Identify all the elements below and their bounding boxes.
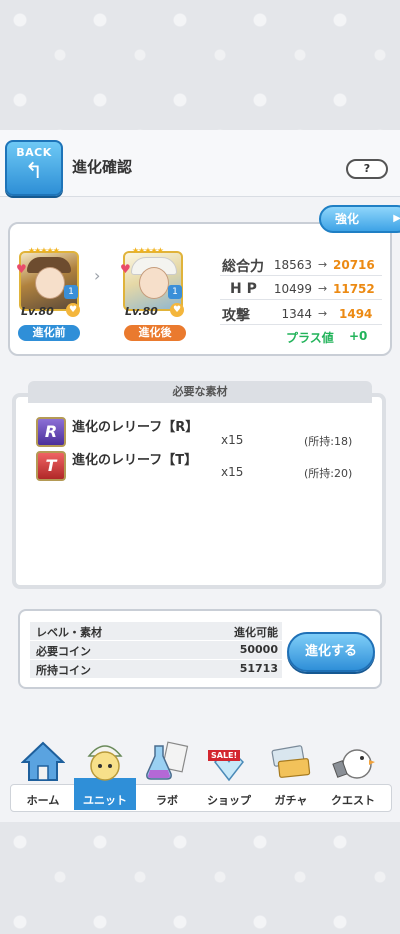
cost-value: 50000 bbox=[239, 643, 278, 656]
nav-quest[interactable]: クエスト bbox=[322, 734, 384, 810]
level-before: Lv.80 bbox=[21, 305, 54, 318]
material-name-t: 進化のレリーフ【T】 bbox=[72, 453, 198, 468]
gacha-ticket-icon bbox=[271, 745, 311, 778]
materials-panel bbox=[12, 393, 386, 589]
materials-header: 必要な素材 bbox=[28, 381, 372, 403]
relief-r-icon[interactable]: R bbox=[36, 417, 66, 447]
relief-t-icon[interactable]: T bbox=[36, 451, 66, 481]
evolve-button[interactable]: 進化する bbox=[287, 632, 375, 672]
back-label: BACK bbox=[16, 146, 52, 159]
material-owned-r: (所持:18) bbox=[304, 435, 353, 448]
cost-row-requirement: レベル・素材 進化可能 bbox=[30, 622, 282, 640]
lab-flask-icon bbox=[146, 741, 189, 780]
plus-value: +0 bbox=[349, 329, 368, 343]
nav-shop[interactable]: SALE! ショップ bbox=[198, 734, 260, 810]
divider bbox=[220, 299, 382, 300]
material-name-r: 進化のレリーフ【R】 bbox=[72, 420, 199, 435]
nav-label-quest: クエスト bbox=[331, 794, 375, 807]
stat-arrow-icon: → bbox=[318, 282, 328, 295]
home-icon bbox=[21, 741, 65, 781]
favorite-heart-icon: ♥ bbox=[170, 303, 184, 317]
nav-lab[interactable]: ラボ bbox=[136, 734, 198, 810]
divider bbox=[220, 324, 382, 325]
help-button[interactable]: ? bbox=[346, 159, 388, 179]
enhance-button[interactable]: 強化 ▶ bbox=[319, 205, 400, 233]
tag-before-evolution: 進化前 bbox=[18, 325, 80, 341]
nav-label-shop: ショップ bbox=[207, 794, 251, 807]
material-owned-t: (所持:20) bbox=[304, 467, 353, 480]
stat-label-attack: 攻撃 bbox=[222, 308, 250, 324]
play-triangle-icon: ▶ bbox=[393, 213, 400, 224]
tag-after-evolution: 進化後 bbox=[124, 325, 186, 341]
unit-portrait-before[interactable] bbox=[19, 251, 79, 311]
stat-label-total: 総合力 bbox=[222, 259, 264, 275]
stat-from-attack: 1344 bbox=[281, 307, 312, 321]
page-title: 進化確認 bbox=[72, 158, 133, 176]
nav-label-gacha: ガチャ bbox=[274, 794, 308, 807]
nav-home[interactable]: ホーム bbox=[12, 734, 74, 810]
cost-key: 必要コイン bbox=[36, 645, 91, 658]
enhance-label: 強化 bbox=[335, 212, 360, 226]
stat-to-attack: 1494 bbox=[339, 307, 373, 321]
chevron-right-icon: › bbox=[94, 266, 101, 285]
stat-to-total: 20716 bbox=[333, 258, 375, 272]
unit-icon bbox=[87, 745, 123, 781]
stat-arrow-icon: → bbox=[318, 307, 328, 320]
face-shape bbox=[35, 267, 65, 299]
sale-badge: SALE! bbox=[208, 750, 241, 761]
cost-row-required-coins: 必要コイン 50000 bbox=[30, 641, 282, 659]
divider bbox=[220, 275, 382, 276]
rank-badge-after: 1 bbox=[168, 285, 182, 299]
favorite-heart-icon: ♥ bbox=[66, 303, 80, 317]
face-shape bbox=[139, 267, 169, 299]
background-pattern-bottom bbox=[0, 822, 400, 934]
nav-gacha[interactable]: ガチャ bbox=[260, 734, 322, 810]
stat-from-total: 18563 bbox=[273, 258, 312, 272]
cost-value: 51713 bbox=[239, 662, 278, 675]
nav-label-home: ホーム bbox=[26, 794, 60, 807]
cost-row-owned-coins: 所持コイン 51713 bbox=[30, 660, 282, 678]
rank-badge-before: 1 bbox=[64, 285, 78, 299]
heart-icon: ♥ bbox=[120, 262, 131, 276]
plus-value-label: プラス値 bbox=[286, 331, 334, 345]
cost-key: レベル・素材 bbox=[36, 626, 102, 639]
stat-label-hp: H P bbox=[230, 281, 257, 297]
background-pattern-top bbox=[0, 0, 400, 130]
back-arrow-icon: ↰ bbox=[24, 159, 44, 184]
nav-unit[interactable]: ユニット bbox=[74, 734, 136, 810]
nav-label-unit: ユニット bbox=[83, 794, 127, 807]
cost-value: 進化可能 bbox=[234, 626, 278, 639]
rarity-stars-after: ★★★★★ bbox=[132, 246, 164, 255]
nav-label-lab: ラボ bbox=[156, 794, 178, 807]
rarity-stars-before: ★★★★★ bbox=[28, 246, 60, 255]
stat-to-hp: 11752 bbox=[333, 282, 375, 296]
material-qty-r: x15 bbox=[221, 433, 244, 447]
back-button[interactable]: BACK ↰ bbox=[5, 140, 63, 196]
cost-key: 所持コイン bbox=[36, 664, 91, 677]
shop-diamond-icon bbox=[214, 753, 244, 782]
heart-icon: ♥ bbox=[16, 262, 27, 276]
material-qty-t: x15 bbox=[221, 465, 244, 479]
level-after: Lv.80 bbox=[125, 305, 158, 318]
stat-from-hp: 10499 bbox=[273, 282, 312, 296]
quest-bird-icon bbox=[332, 749, 375, 779]
unit-portrait-after[interactable] bbox=[123, 251, 183, 311]
stat-arrow-icon: → bbox=[318, 258, 328, 271]
